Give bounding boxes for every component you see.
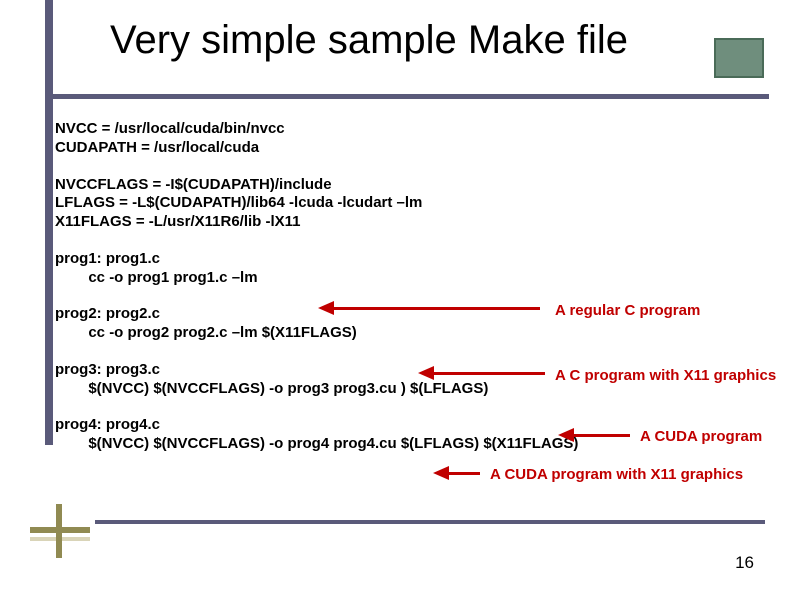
decor-cross-vertical — [56, 504, 62, 558]
header-underline — [49, 94, 769, 99]
annot-prog4: A CUDA program with X11 graphics — [490, 466, 743, 483]
line-cudapath: CUDAPATH = /usr/local/cuda — [55, 139, 578, 158]
line-nvccflags: NVCCFLAGS = -I$(CUDAPATH)/include — [55, 176, 578, 195]
cmd-prog1: cc -o prog1 prog1.c –lm — [55, 269, 578, 288]
line-nvcc: NVCC = /usr/local/cuda/bin/nvcc — [55, 120, 578, 139]
makefile-content: NVCC = /usr/local/cuda/bin/nvcc CUDAPATH… — [55, 120, 578, 472]
annot-prog2: A C program with X11 graphics — [555, 367, 776, 384]
rule-prog4: prog4: prog4.c — [55, 416, 578, 435]
footer-rule — [95, 520, 765, 524]
vars-block-1: NVCC = /usr/local/cuda/bin/nvcc CUDAPATH… — [55, 120, 578, 158]
cmd-prog4: $(NVCC) $(NVCCFLAGS) -o prog4 prog4.cu $… — [55, 435, 578, 454]
cmd-prog3: $(NVCC) $(NVCCFLAGS) -o prog3 prog3.cu )… — [55, 380, 578, 399]
page-number: 16 — [735, 553, 754, 573]
line-lflags: LFLAGS = -L$(CUDAPATH)/lib64 -lcuda -lcu… — [55, 194, 578, 213]
target-prog3: prog3: prog3.c $(NVCC) $(NVCCFLAGS) -o p… — [55, 361, 578, 399]
target-prog1: prog1: prog1.c cc -o prog1 prog1.c –lm — [55, 250, 578, 288]
annot-prog1: A regular C program — [555, 302, 700, 319]
cmd-prog2: cc -o prog2 prog2.c –lm $(X11FLAGS) — [55, 324, 578, 343]
vars-block-2: NVCCFLAGS = -I$(CUDAPATH)/include LFLAGS… — [55, 176, 578, 232]
slide-title: Very simple sample Make file — [110, 18, 628, 63]
rule-prog3: prog3: prog3.c — [55, 361, 578, 380]
title-decor-box — [714, 38, 764, 78]
target-prog2: prog2: prog2.c cc -o prog2 prog2.c –lm $… — [55, 305, 578, 343]
rule-prog1: prog1: prog1.c — [55, 250, 578, 269]
annot-prog3: A CUDA program — [640, 428, 762, 445]
target-prog4: prog4: prog4.c $(NVCC) $(NVCCFLAGS) -o p… — [55, 416, 578, 454]
left-rule — [45, 0, 53, 445]
line-x11flags: X11FLAGS = -L/usr/X11R6/lib -lX11 — [55, 213, 578, 232]
